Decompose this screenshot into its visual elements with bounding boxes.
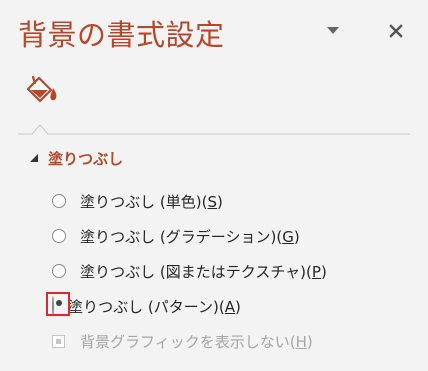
section-expand-icon <box>30 154 38 162</box>
chevron-down-icon <box>327 26 339 34</box>
format-background-pane: 背景の書式設定 塗りつぶし 塗りつぶし (単色)(S) 塗りつぶし (グラデーシ… <box>0 0 428 371</box>
highlight-box <box>46 291 70 316</box>
fill-section-header[interactable]: 塗りつぶし <box>30 148 123 168</box>
paint-bucket-icon <box>26 75 57 103</box>
radio-label: 塗りつぶし (単色)(S) <box>80 192 223 211</box>
radio-solid-fill[interactable]: 塗りつぶし (単色)(S) <box>52 190 223 212</box>
radio-label: 塗りつぶし (図またはテクスチャ)(P) <box>80 262 327 281</box>
radio-button[interactable] <box>52 229 66 243</box>
radio-button[interactable] <box>52 264 66 278</box>
radio-picture-texture-fill[interactable]: 塗りつぶし (図またはテクスチャ)(P) <box>52 260 327 282</box>
pane-title: 背景の書式設定 <box>18 18 225 52</box>
fill-section-label: 塗りつぶし <box>48 149 124 168</box>
tab-divider <box>18 124 410 135</box>
close-icon <box>389 24 403 38</box>
checkbox <box>52 334 65 348</box>
radio-button[interactable] <box>52 194 66 208</box>
radio-gradient-fill[interactable]: 塗りつぶし (グラデーション)(G) <box>52 225 300 247</box>
radio-pattern-fill[interactable]: 塗りつぶし (パターン)(A) <box>46 291 241 317</box>
selected-radio-wrapper <box>46 291 70 317</box>
tab-fill[interactable] <box>24 74 62 110</box>
radio-label: 塗りつぶし (グラデーション)(G) <box>80 227 300 246</box>
checkbox-label: 背景グラフィックを表示しない(H) <box>80 332 313 351</box>
close-button[interactable] <box>384 19 408 43</box>
hide-background-graphics-checkbox: 背景グラフィックを表示しない(H) <box>52 330 313 352</box>
pane-options-button[interactable] <box>326 23 340 37</box>
radio-label: 塗りつぶし (パターン)(A) <box>68 297 241 316</box>
